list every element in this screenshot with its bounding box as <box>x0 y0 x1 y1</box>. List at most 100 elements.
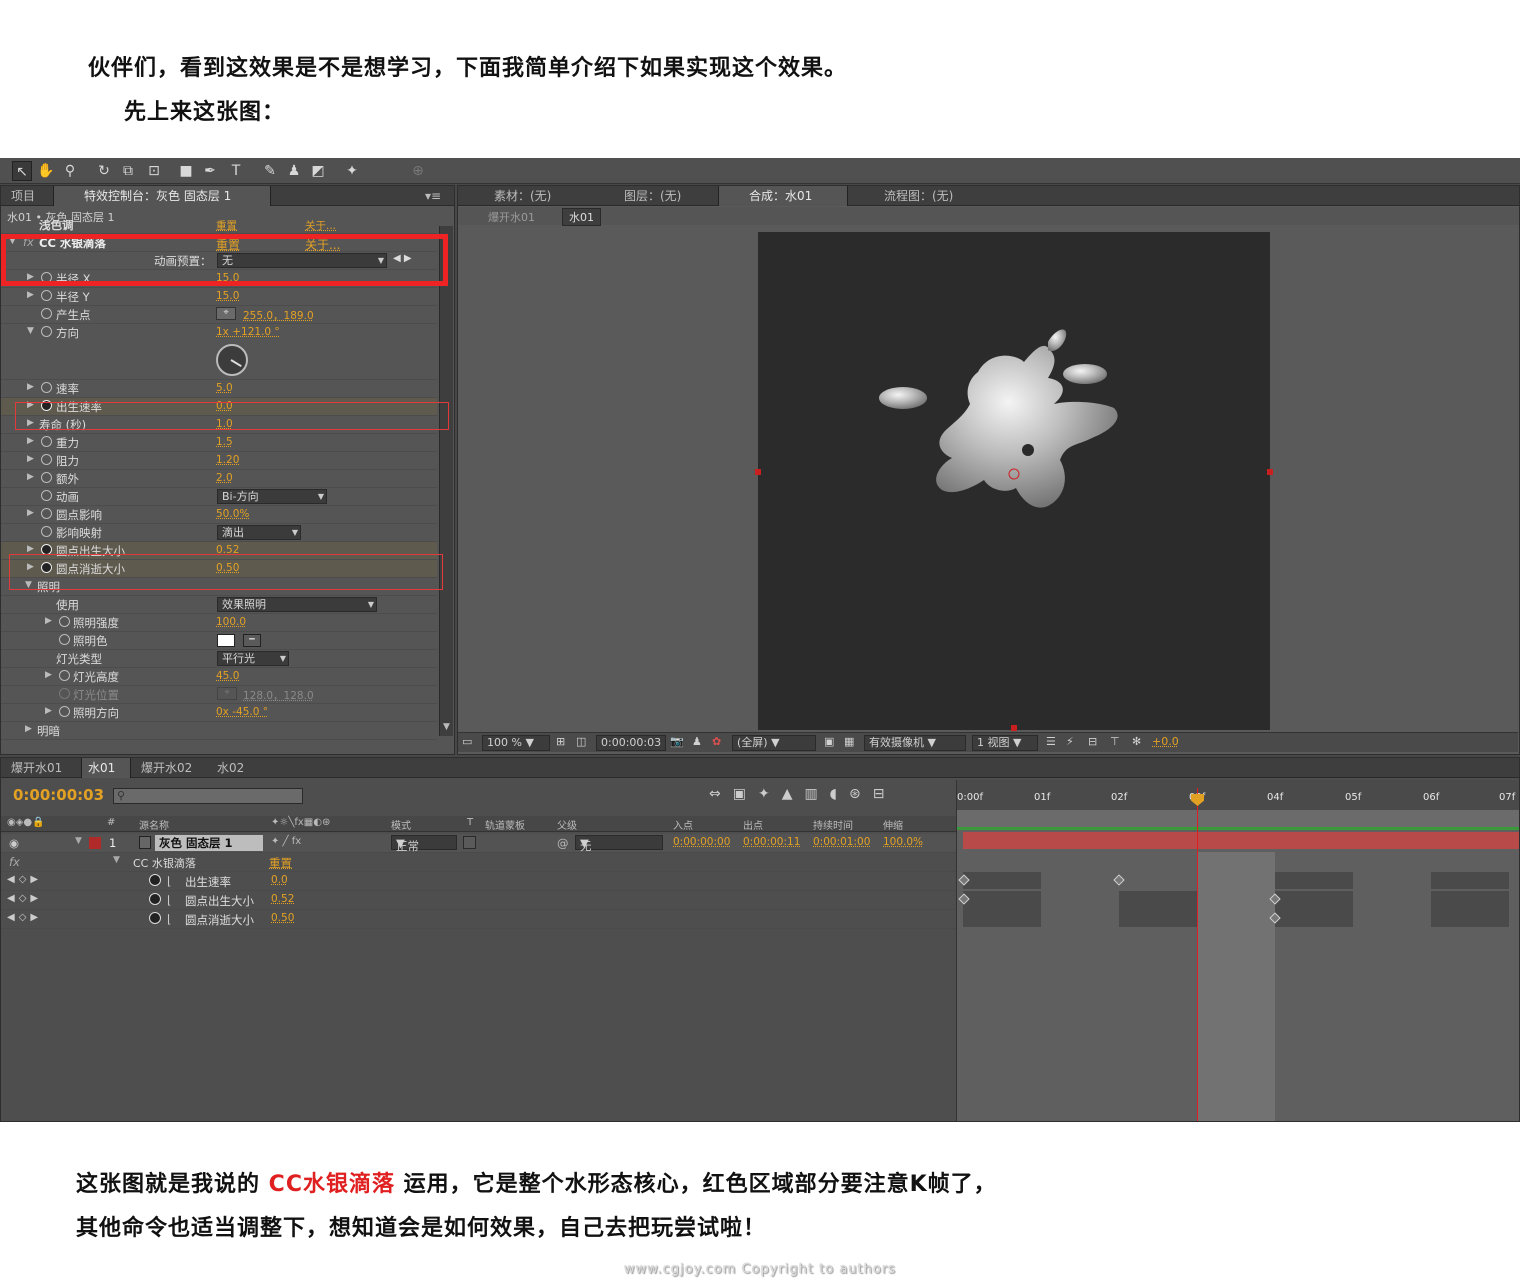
selection-tool-icon[interactable]: ↖ <box>12 161 32 181</box>
animation-dropdown[interactable]: Bi-方向 <box>217 489 327 504</box>
param-value[interactable]: 50.0% <box>216 508 249 520</box>
viewer-timecode[interactable]: 0:00:00:03 <box>596 735 667 751</box>
tab-flowchart[interactable]: 流程图：(无) <box>878 186 959 206</box>
safe-zones-icon[interactable]: ⊞ <box>556 735 565 751</box>
graph-icon[interactable]: ⌊ <box>167 912 172 926</box>
views-dropdown[interactable]: 1 视图 ▼ <box>972 735 1038 751</box>
property-value[interactable]: 0.0 <box>271 874 288 886</box>
crumb-current[interactable]: 水01 <box>562 208 601 226</box>
effect-reset-link[interactable]: 重置 <box>269 855 292 871</box>
clone-stamp-tool-icon[interactable]: ♟ <box>284 161 304 181</box>
scroll-down-icon[interactable]: ▼ <box>440 722 453 736</box>
parent-dropdown[interactable]: 无 ▼ <box>575 835 663 853</box>
rectangle-tool-icon[interactable]: ■ <box>176 161 196 181</box>
stopwatch-icon[interactable] <box>41 326 52 337</box>
crumb-parent[interactable]: 爆开水01 <box>488 209 535 225</box>
hand-tool-icon[interactable]: ✋ <box>36 161 56 181</box>
pixel-aspect-icon[interactable]: ☰ <box>1046 735 1056 751</box>
param-value[interactable]: 5.0 <box>216 382 233 394</box>
eraser-tool-icon[interactable]: ◩ <box>308 161 328 181</box>
fx-icon[interactable]: fx <box>9 855 20 869</box>
stopwatch-icon[interactable] <box>41 454 52 465</box>
pan-behind-tool-icon[interactable]: ⊡ <box>144 161 164 181</box>
time-ruler[interactable]: 0:00f 01f 02f 03f 04f 05f 06f 07f <box>957 780 1519 810</box>
color-swatch[interactable] <box>217 634 235 647</box>
crosshair-icon[interactable]: ⌖ <box>216 307 236 320</box>
prev-effect-about[interactable]: 关于... <box>305 220 336 233</box>
pickwhip-icon[interactable]: @ <box>557 836 569 850</box>
tab-composition[interactable]: 合成：水01 <box>718 186 848 206</box>
blend-mode-dropdown[interactable]: 正常 ▼ <box>391 835 457 853</box>
stopwatch-active-icon[interactable] <box>149 874 161 886</box>
tab-project[interactable]: 项目 <box>5 186 41 206</box>
lighting-use-dropdown[interactable]: 效果照明 <box>217 597 377 612</box>
toggle-mask-icon[interactable]: ▭ <box>462 735 472 751</box>
snapshot-icon[interactable]: 📷 <box>670 735 684 751</box>
light-type-dropdown[interactable]: 平行光 <box>217 651 289 666</box>
param-value[interactable]: 255.0，189.0 <box>243 308 314 323</box>
tab-footage[interactable]: 素材：(无) <box>488 186 557 206</box>
transform-handle[interactable] <box>755 469 761 475</box>
panel-menu-icon[interactable]: ▾≡ <box>419 186 447 206</box>
layer-duration[interactable]: 0:00:01:00 <box>813 836 870 848</box>
layer-name[interactable]: 灰色 固态层 1 <box>155 835 263 851</box>
text-tool-icon[interactable]: T <box>226 161 246 181</box>
expand-arrow-icon[interactable]: ▼ <box>75 836 82 846</box>
param-value[interactable]: 1.5 <box>216 436 233 448</box>
resolution-dropdown[interactable]: (全屏) ▼ <box>732 735 816 751</box>
tab-effect-controls[interactable]: 特效控制台：灰色 固态层 1 <box>53 186 271 206</box>
stopwatch-icon[interactable] <box>41 290 52 301</box>
prev-effect-reset[interactable]: 重置 <box>216 220 237 233</box>
layer-switches[interactable]: ✦ ╱ fx <box>271 836 301 847</box>
angle-dial[interactable] <box>216 344 248 376</box>
timeline-timecode[interactable]: 0:00:00:03 <box>13 786 104 804</box>
param-value[interactable]: 0x -45.0 ° <box>216 706 268 718</box>
stopwatch-active-icon[interactable] <box>149 893 161 905</box>
transform-handle[interactable] <box>1011 725 1017 731</box>
fast-preview-icon[interactable]: ⚡ <box>1066 735 1074 751</box>
keyframe-navigator-icon[interactable]: ◀◇▶ <box>7 912 42 923</box>
param-value[interactable]: 1.20 <box>216 454 239 466</box>
exposure-icon[interactable]: ✻ <box>1132 735 1141 751</box>
puppet-tool-icon[interactable]: ✦ <box>342 161 362 181</box>
tab-comp-4[interactable]: 水02 <box>211 758 250 778</box>
property-value[interactable]: 0.52 <box>271 893 294 905</box>
graph-icon[interactable]: ⌊ <box>167 874 172 888</box>
pen-tool-icon[interactable]: ✒ <box>200 161 220 181</box>
region-of-interest-icon[interactable]: ▣ <box>824 735 834 751</box>
work-area-bar[interactable] <box>957 810 1519 830</box>
transparency-grid-icon[interactable]: ◫ <box>576 735 586 751</box>
channel-icon[interactable]: ✿ <box>712 735 721 751</box>
stopwatch-icon[interactable] <box>59 670 70 681</box>
stopwatch-icon[interactable] <box>41 382 52 393</box>
stopwatch-icon[interactable] <box>59 616 70 627</box>
timeline-icon[interactable]: ⊟ <box>1088 735 1097 751</box>
stopwatch-active-icon[interactable] <box>149 912 161 924</box>
timeline-search-input[interactable]: ⚲ <box>113 788 303 804</box>
zoom-tool-icon[interactable]: ⚲ <box>60 161 80 181</box>
timeline-switches-icons[interactable]: ⇔▣✦▲▥◖⊛⊟ <box>709 786 897 802</box>
camera-dropdown[interactable]: 有效摄像机 ▼ <box>864 735 966 751</box>
checkerboard-icon[interactable]: ▦ <box>844 735 854 751</box>
stopwatch-icon[interactable] <box>41 472 52 483</box>
stopwatch-icon[interactable] <box>41 490 52 501</box>
tab-comp-3[interactable]: 爆开水02 <box>135 758 198 778</box>
preserve-transparency-checkbox[interactable] <box>463 836 476 849</box>
param-value[interactable]: 1x +121.0 ° <box>216 326 280 338</box>
brush-tool-icon[interactable]: ✎ <box>260 161 280 181</box>
layer-in-point[interactable]: 0:00:00:00 <box>673 836 730 848</box>
param-value[interactable]: 45.0 <box>216 670 239 682</box>
property-value[interactable]: 0.50 <box>271 912 294 924</box>
layer-stretch[interactable]: 100.0% <box>883 836 923 848</box>
expand-arrow-icon[interactable]: ▼ <box>113 855 120 865</box>
params-scrollbar[interactable]: ▼ <box>439 226 453 736</box>
camera-tool-icon[interactable]: ⧉ <box>118 161 138 181</box>
timeline-layer-row[interactable]: ◉ ▼ 1 灰色 固态层 1 ✦ ╱ fx 正常 ▼ @ 无 ▼ 0:00:00… <box>1 834 956 853</box>
tab-comp-1[interactable]: 爆开水01 <box>5 758 68 778</box>
stopwatch-icon[interactable] <box>41 508 52 519</box>
eyedropper-icon[interactable]: ━ <box>243 634 261 647</box>
param-value[interactable]: 2.0 <box>216 472 233 484</box>
graph-icon[interactable]: ⌊ <box>167 893 172 907</box>
eye-icon[interactable]: ◉ <box>9 836 19 850</box>
exposure-value[interactable]: +0.0 <box>1152 735 1179 751</box>
